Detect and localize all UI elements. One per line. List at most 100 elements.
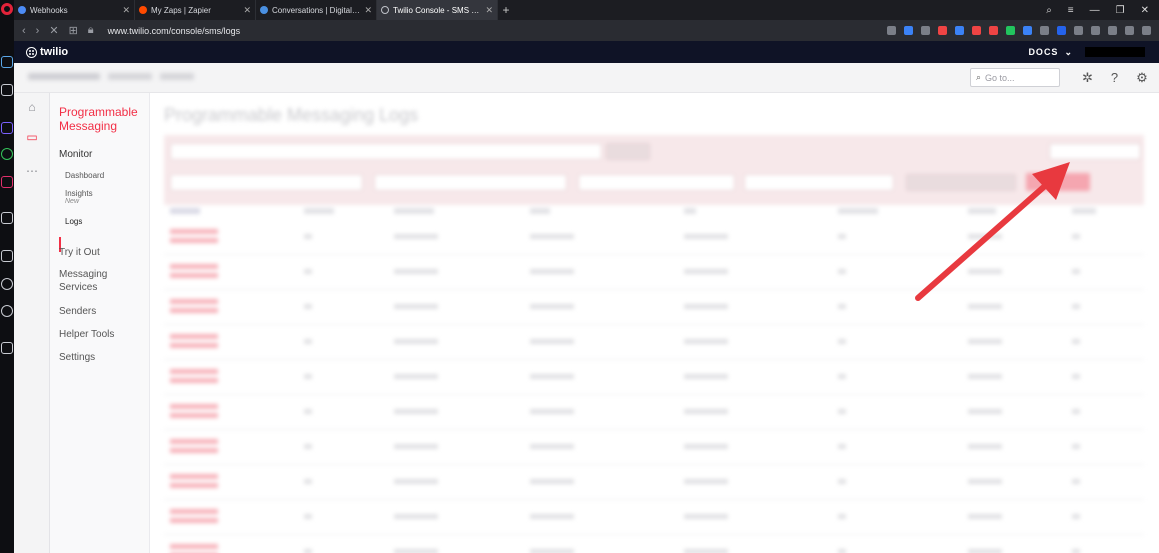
date-link[interactable] (170, 229, 218, 243)
end-date-input[interactable] (374, 174, 567, 191)
stop-icon[interactable]: ✕ (49, 24, 58, 37)
account-redacted[interactable] (1085, 47, 1145, 57)
nav-dashboard[interactable]: Dashboard (65, 171, 104, 180)
breadcrumb-section[interactable] (160, 73, 194, 80)
goto-search-input[interactable]: ⌕ Go to... (970, 68, 1060, 87)
pin-icon[interactable] (1, 342, 13, 354)
extension-icon[interactable] (1074, 26, 1083, 35)
camera-icon[interactable] (887, 26, 896, 35)
bug-icon[interactable]: ✲ (1082, 70, 1093, 86)
date-link[interactable] (170, 544, 218, 553)
nav-insights[interactable]: Insights New (65, 189, 93, 205)
instagram-icon[interactable] (1, 176, 13, 188)
back-icon[interactable]: ‹ (22, 25, 26, 37)
search-message-sid-input[interactable] (170, 143, 602, 160)
date-link[interactable] (170, 404, 218, 418)
export-button[interactable] (1049, 143, 1141, 160)
close-icon[interactable]: ✕ (243, 5, 251, 16)
to-input[interactable] (744, 174, 894, 191)
extension-icon[interactable] (955, 26, 964, 35)
table-row[interactable] (164, 255, 1144, 290)
new-tab-button[interactable]: + (498, 0, 514, 20)
opera-logo-icon[interactable] (1, 3, 13, 15)
table-row[interactable] (164, 430, 1144, 465)
heart-icon[interactable] (1, 250, 13, 262)
table-row[interactable] (164, 360, 1144, 395)
start-date-input[interactable] (170, 174, 363, 191)
date-link[interactable] (170, 369, 218, 383)
play-icon[interactable] (921, 26, 930, 35)
table-row[interactable] (164, 395, 1144, 430)
maximize-icon[interactable]: ❐ (1116, 5, 1125, 16)
nav-helper-tools[interactable]: Helper Tools (59, 328, 147, 341)
tab-menu-icon[interactable]: ≡ (1068, 5, 1074, 16)
twilio-logo[interactable]: twilio (26, 46, 68, 58)
date-link[interactable] (170, 474, 218, 488)
shield-icon[interactable] (904, 26, 913, 35)
messenger-icon[interactable] (1, 122, 13, 134)
minimize-icon[interactable]: — (1090, 5, 1100, 16)
col-date-header[interactable] (170, 208, 200, 214)
gear-icon[interactable]: ⚙ (1136, 70, 1148, 86)
breadcrumb-product[interactable] (108, 73, 152, 80)
whatsapp-icon[interactable] (1, 148, 13, 160)
download-icon[interactable] (1125, 26, 1134, 35)
close-icon[interactable]: ✕ (122, 5, 130, 16)
heart-icon[interactable] (938, 26, 947, 35)
table-row[interactable] (164, 535, 1144, 553)
home-icon[interactable]: ⌂ (24, 99, 40, 115)
nav-settings[interactable]: Settings (59, 351, 147, 364)
history-icon[interactable] (1, 278, 13, 290)
status-select[interactable] (906, 174, 1016, 191)
url-field[interactable]: www.twilio.com/console/sms/logs (108, 26, 241, 36)
extension-icon[interactable] (1057, 26, 1066, 35)
zoom-icon[interactable] (1023, 26, 1032, 35)
settings-icon[interactable] (1, 305, 13, 317)
chevron-left-icon[interactable] (1040, 26, 1049, 35)
date-link[interactable] (170, 509, 218, 523)
extension-icon[interactable] (989, 26, 998, 35)
tab-zapier[interactable]: My Zaps | Zapier ✕ (135, 0, 256, 20)
extension-icon[interactable] (1108, 26, 1117, 35)
extension-icon[interactable] (1006, 26, 1015, 35)
messaging-icon[interactable]: ▭ (24, 129, 40, 145)
product-title[interactable]: Programmable Messaging (59, 105, 145, 133)
close-window-icon[interactable]: ✕ (1141, 5, 1149, 16)
table-cell (530, 444, 574, 449)
apply-filter-button[interactable] (1026, 173, 1090, 191)
nav-logs[interactable]: Logs (65, 217, 82, 226)
nav-try-it-out[interactable]: Try it Out (59, 246, 147, 259)
nav-senders[interactable]: Senders (59, 305, 147, 318)
table-row[interactable] (164, 500, 1144, 535)
close-icon[interactable]: ✕ (364, 5, 372, 16)
table-row[interactable] (164, 465, 1144, 500)
nav-messaging-services[interactable]: Messaging Services (59, 268, 147, 294)
date-link[interactable] (170, 334, 218, 348)
date-link[interactable] (170, 299, 218, 313)
breadcrumb-account[interactable] (28, 73, 100, 80)
send-icon[interactable] (1, 212, 13, 224)
date-link[interactable] (170, 439, 218, 453)
table-row[interactable] (164, 220, 1144, 255)
more-icon[interactable]: ⋯ (24, 163, 40, 179)
forward-icon[interactable]: › (36, 25, 40, 37)
extension-icon[interactable] (1091, 26, 1100, 35)
menu-icon[interactable] (1142, 26, 1151, 35)
search-button[interactable] (606, 143, 650, 160)
home-icon[interactable] (1, 56, 13, 68)
tab-twilio-sms-logs[interactable]: Twilio Console - SMS Logs ✕ (377, 0, 498, 20)
close-icon[interactable]: ✕ (485, 5, 493, 16)
extension-icon[interactable] (972, 26, 981, 35)
tabs-grid-icon[interactable]: ⊞ (69, 24, 78, 37)
nav-monitor[interactable]: Monitor (59, 149, 92, 160)
date-link[interactable] (170, 264, 218, 278)
table-row[interactable] (164, 325, 1144, 360)
docs-menu[interactable]: DOCS ⌄ (1028, 47, 1073, 58)
tab-webhooks[interactable]: Webhooks ✕ (14, 0, 135, 20)
tab-conversations[interactable]: Conversations | Digital Age ✕ (256, 0, 377, 20)
help-icon[interactable]: ? (1111, 70, 1118, 86)
table-row[interactable] (164, 290, 1144, 325)
speed-dial-icon[interactable] (1, 84, 13, 96)
from-input[interactable] (578, 174, 735, 191)
search-tabs-icon[interactable]: ⌕ (1046, 5, 1052, 16)
